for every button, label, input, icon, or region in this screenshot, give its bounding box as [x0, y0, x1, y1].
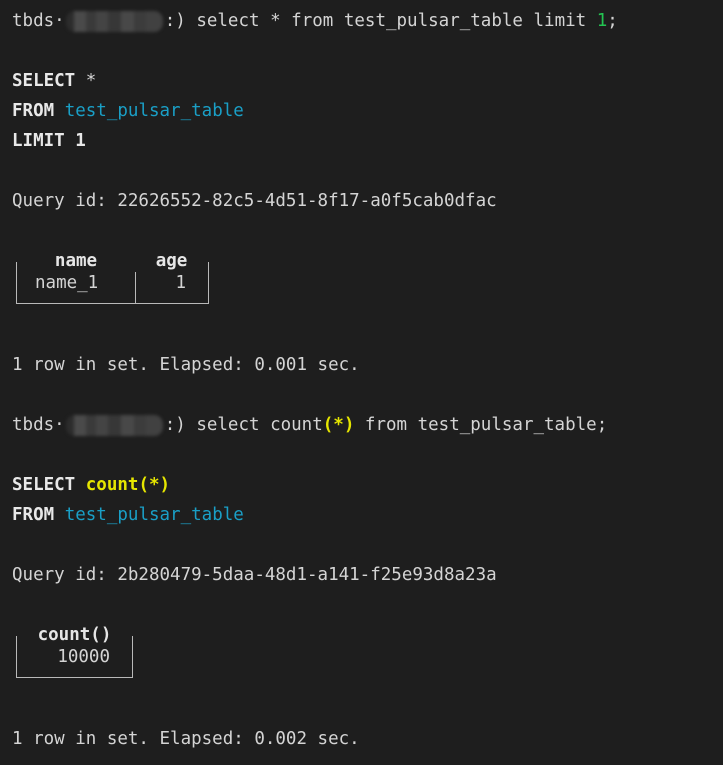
result-table-wrap-2: count() 10000	[0, 636, 723, 678]
spacer	[0, 246, 723, 262]
spacer	[0, 590, 723, 620]
command-select-1: select	[196, 6, 270, 36]
prompt-separator-1: :)	[165, 6, 186, 36]
prompt-space-2	[186, 410, 197, 440]
query-id-label-2: Query id:	[12, 565, 117, 585]
spacer	[0, 334, 723, 350]
spacer	[0, 216, 723, 246]
command-from-1: from	[291, 6, 344, 36]
spacer	[0, 530, 723, 560]
result-cell-name: name_1	[17, 263, 135, 303]
spacer	[0, 380, 723, 410]
sql-table-name-2: test_pulsar_table	[65, 505, 244, 525]
terminal-window[interactable]: tbds·:) select * from test_pulsar_table …	[0, 0, 723, 765]
result-cell-age: 1	[135, 263, 208, 303]
sql-function-count-2: count(*)	[86, 475, 170, 495]
sql-space-3	[54, 505, 65, 525]
command-terminator-2: ;	[597, 410, 608, 440]
query-id-line-2: Query id: 2b280479-5daa-48d1-a141-f25e93…	[0, 560, 723, 590]
spacer	[0, 440, 723, 470]
echo-line-select-1: SELECT *	[0, 66, 723, 96]
query-id-value-2: 2b280479-5daa-48d1-a141-f25e93d8a23a	[117, 565, 496, 585]
spacer	[0, 36, 723, 66]
spacer	[0, 708, 723, 724]
sql-table-name-1: test_pulsar_table	[65, 101, 244, 121]
query-id-label-1: Query id:	[12, 191, 117, 211]
command-terminator-1: ;	[607, 6, 618, 36]
query-id-value-1: 22626552-82c5-4d51-8f17-a0f5cab0dfac	[117, 191, 496, 211]
command-table-2: test_pulsar_table	[418, 410, 597, 440]
command-limit-kw-1: limit	[534, 6, 597, 36]
prompt-line-2[interactable]: tbds·:) select count(*) from test_pulsar…	[0, 410, 723, 440]
prompt-space-1	[186, 6, 197, 36]
sql-space-1	[54, 101, 65, 121]
sql-keyword-select-2: SELECT	[12, 475, 75, 495]
command-count-2: count	[270, 410, 323, 440]
command-star-paren-2: (*)	[323, 410, 355, 440]
result-table-wrap-1: name age name_1 1	[0, 262, 723, 304]
result-table-1: name age name_1 1	[16, 262, 209, 304]
spacer	[0, 156, 723, 186]
table-row: 10000	[17, 637, 132, 677]
redacted-hostname-block-1	[66, 11, 163, 32]
query-id-line-1: Query id: 22626552-82c5-4d51-8f17-a0f5ca…	[0, 186, 723, 216]
sql-keyword-from-2: FROM	[12, 505, 54, 525]
echo-line-from-2: FROM test_pulsar_table	[0, 500, 723, 530]
spacer	[0, 304, 723, 334]
prompt-separator-2: :)	[165, 410, 186, 440]
status-line-2: 1 row in set. Elapsed: 0.002 sec.	[0, 724, 723, 754]
spacer	[0, 620, 723, 636]
sql-space-2	[75, 475, 86, 495]
sql-star-1: *	[75, 71, 96, 91]
echo-line-select-2: SELECT count(*)	[0, 470, 723, 500]
echo-line-limit-1: LIMIT 1	[0, 126, 723, 156]
redacted-hostname-block-2	[66, 415, 163, 436]
prompt-line-1[interactable]: tbds·:) select * from test_pulsar_table …	[0, 6, 723, 36]
result-table-2: count() 10000	[16, 636, 133, 678]
command-star-1: *	[270, 6, 291, 36]
sql-keyword-limit-1: LIMIT 1	[12, 131, 86, 151]
result-cell-count: 10000	[17, 637, 132, 677]
status-line-1: 1 row in set. Elapsed: 0.001 sec.	[0, 350, 723, 380]
command-select-2: select	[196, 410, 270, 440]
command-table-1: test_pulsar_table	[344, 6, 534, 36]
prompt-user-2: tbds·	[12, 410, 65, 440]
echo-line-from-1: FROM test_pulsar_table	[0, 96, 723, 126]
spacer	[0, 678, 723, 708]
command-limit-value-1: 1	[597, 6, 608, 36]
prompt-user-1: tbds·	[12, 6, 65, 36]
command-from-2: from	[354, 410, 417, 440]
sql-keyword-select-1: SELECT	[12, 71, 75, 91]
table-row: name_1 1	[17, 263, 208, 303]
sql-keyword-from-1: FROM	[12, 101, 54, 121]
